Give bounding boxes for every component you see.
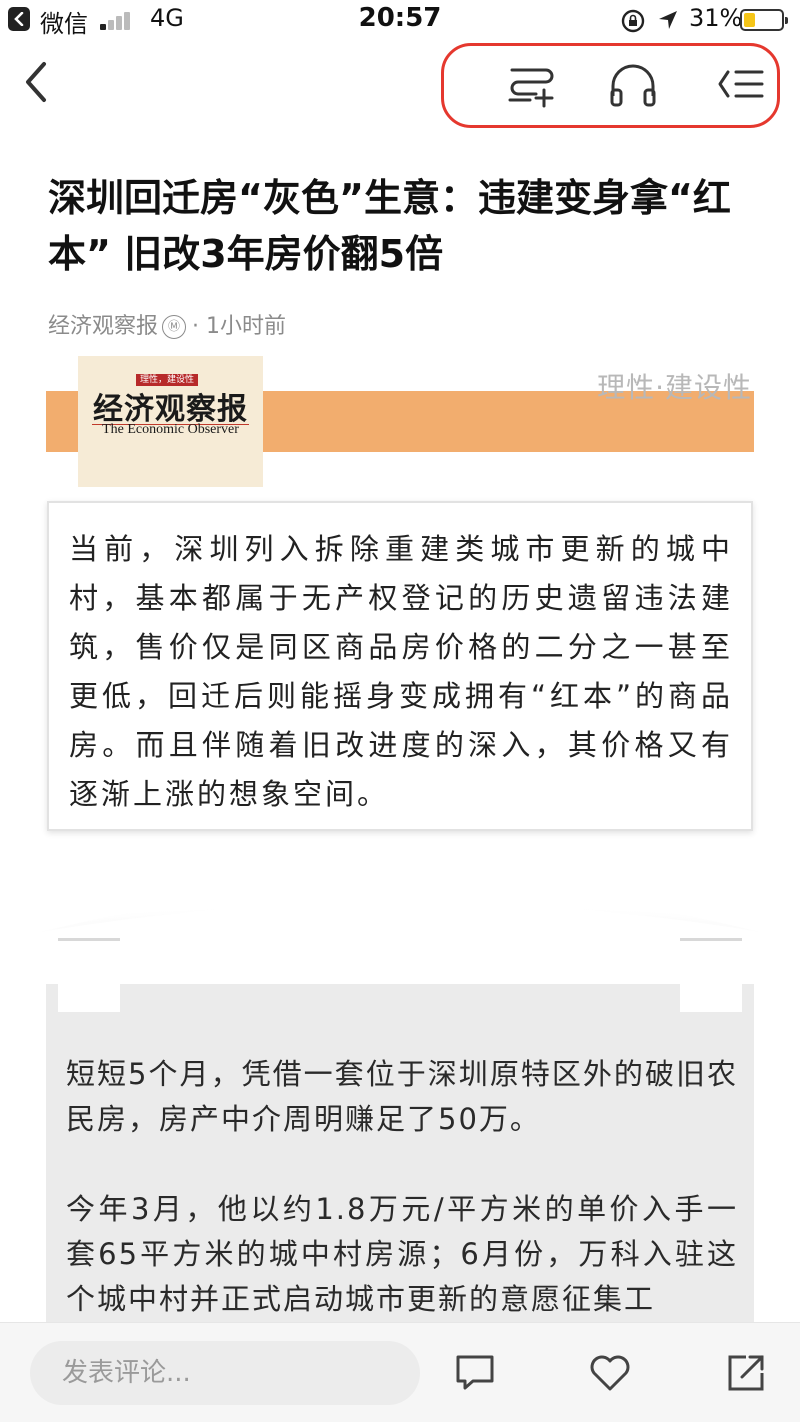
add-to-list-icon (508, 68, 554, 108)
listen-button[interactable] (607, 62, 659, 108)
battery-fill (744, 13, 755, 27)
add-to-list-button[interactable] (506, 62, 558, 108)
publish-time: 1小时前 (206, 314, 287, 339)
comments-button[interactable] (453, 1351, 497, 1395)
panel-top-gap (124, 984, 676, 1012)
back-button[interactable] (18, 58, 58, 108)
article-meta: 经济观察报 Ⓜ · 1小时前 (48, 308, 286, 340)
summary-box: 当前，深圳列入拆除重建类城市更新的城中村，基本都属于无产权登记的历史遗留违法建筑… (47, 501, 753, 831)
source-badge-icon: Ⓜ (162, 315, 187, 339)
bottom-bar (0, 1322, 800, 1422)
status-time: 20:57 (358, 3, 442, 33)
nav-actions-group (441, 43, 780, 128)
table-of-contents-button[interactable] (716, 62, 768, 108)
chevron-left-icon (26, 62, 46, 102)
panel-corner-right (680, 938, 742, 1012)
body-paragraph: 今年3月，他以约1.8万元/平方米的单价入手一套65平方米的城中村房源；6月份，… (66, 1192, 738, 1316)
status-bar: 微信 4G 20:57 31% (0, 0, 800, 40)
rotation-lock-icon (621, 9, 645, 33)
like-button[interactable] (588, 1351, 632, 1395)
comment-input[interactable] (30, 1341, 420, 1405)
heart-icon (590, 1355, 630, 1391)
headphones-icon (610, 64, 656, 107)
banner-slogan: 理性·建设性 (597, 371, 752, 404)
comment-icon (456, 1355, 494, 1390)
share-button[interactable] (724, 1351, 768, 1395)
source-name[interactable]: 经济观察报 (48, 314, 158, 339)
logo-english-name: The Economic Observer (102, 422, 239, 437)
location-icon (659, 11, 677, 29)
battery-percent: 31% (689, 4, 743, 32)
panel-top-band (46, 938, 754, 984)
share-icon (728, 1355, 764, 1391)
body-paragraph: 短短5个月，凭借一套位于深圳原特区外的破旧农民房，房产中介周明赚足了50万。 (66, 1057, 738, 1136)
meta-separator: · (192, 314, 200, 339)
publisher-logo: 理性，建设性 经济观察报 The Economic Observer (78, 356, 263, 487)
article-title: 深圳回迁房“灰色”生意：违建变身拿“红本” 旧改3年房价翻5倍 (48, 176, 731, 276)
toc-icon (718, 70, 764, 98)
battery-icon (740, 9, 788, 31)
panel-corner-left (58, 938, 120, 1012)
summary-text: 当前，深圳列入拆除重建类城市更新的城中村，基本都属于无产权登记的历史遗留违法建筑… (69, 532, 733, 811)
